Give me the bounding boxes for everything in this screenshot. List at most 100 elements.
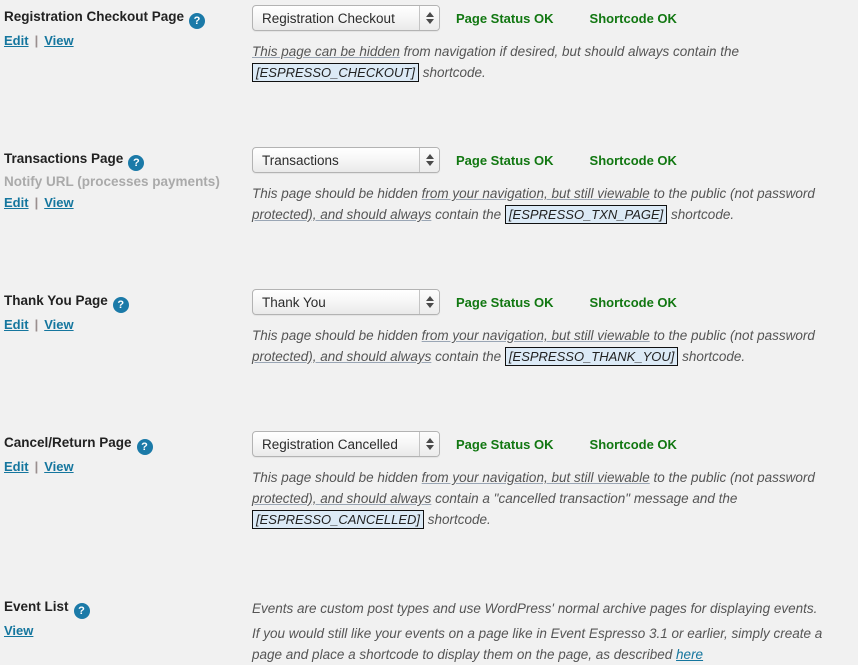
page-title-text: Cancel/Return Page — [4, 435, 132, 450]
event-list-description-line2: If you would still like your events on a… — [252, 623, 856, 665]
chevron-up-icon — [425, 296, 434, 301]
row-label-column: Transactions Page? Notify URL (processes … — [4, 150, 248, 211]
row-label-column: Thank You Page? Edit | View — [4, 292, 248, 333]
page-select-3[interactable]: Registration Cancelled — [252, 431, 440, 457]
row-description: This page should be hidden from your nav… — [252, 467, 856, 530]
page-title: Cancel/Return Page? — [4, 434, 248, 455]
desc-underlined-text: from your navigation, but still viewable — [421, 328, 650, 343]
edit-link[interactable]: Edit — [4, 195, 29, 210]
view-link[interactable]: View — [44, 317, 73, 332]
link-separator: | — [34, 459, 39, 474]
edit-link[interactable]: Edit — [4, 459, 29, 474]
shortcode-token: [ESPRESSO_CANCELLED] — [252, 510, 425, 529]
event-list-title: Event List? — [4, 598, 248, 619]
link-separator: | — [34, 195, 39, 210]
chevron-down-icon — [425, 303, 434, 308]
event-list-here-link[interactable]: here — [676, 647, 703, 662]
select-stepper-icon[interactable] — [419, 148, 439, 172]
event-list-description-line1: Events are custom post types and use Wor… — [252, 601, 818, 616]
help-icon[interactable]: ? — [73, 603, 90, 619]
select-stepper-icon[interactable] — [419, 6, 439, 30]
desc-underlined-text: This page can be hidden — [252, 44, 400, 59]
page-status-badge: Page Status OK — [456, 294, 554, 310]
chevron-down-icon — [425, 445, 434, 450]
row-action-links: Edit | View — [4, 458, 248, 475]
event-list-action-links: View — [4, 622, 248, 639]
row-description: This page should be hidden from your nav… — [252, 325, 856, 367]
desc-text: contain the — [431, 207, 505, 222]
page-status-badge: Page Status OK — [456, 436, 554, 452]
chevron-up-icon — [425, 12, 434, 17]
row-action-links: Edit | View — [4, 32, 248, 49]
chevron-down-icon — [425, 161, 434, 166]
help-icon[interactable]: ? — [128, 155, 145, 171]
desc-text: to the public (not password — [649, 328, 815, 343]
desc-text: from navigation if desired, but should a… — [399, 44, 740, 59]
row-label-column: Registration Checkout Page? Edit | View — [4, 8, 248, 49]
edit-link[interactable]: Edit — [4, 33, 29, 48]
row-action-links: Edit | View — [4, 194, 248, 211]
event-list-view-link[interactable]: View — [4, 623, 33, 638]
shortcode-status-badge: Shortcode OK — [589, 294, 677, 310]
chevron-down-icon — [425, 19, 434, 24]
shortcode-token: [ESPRESSO_CHECKOUT] — [252, 63, 419, 82]
page-select-0[interactable]: Registration Checkout — [252, 5, 440, 31]
row-control-line: Thank You Page Status OK Shortcode OK — [252, 289, 858, 315]
page-select-value: Registration Checkout — [262, 10, 395, 26]
page-title-text: Thank You Page — [4, 293, 108, 308]
view-link[interactable]: View — [44, 195, 73, 210]
desc-underlined-text: protected), and should always — [252, 349, 432, 364]
help-icon[interactable]: ? — [112, 297, 129, 313]
link-separator: | — [34, 33, 39, 48]
desc-text: shortcode. — [667, 207, 735, 222]
desc-text: to the public (not password — [649, 186, 815, 201]
shortcode-status-badge: Shortcode OK — [589, 152, 677, 168]
page-select-value: Registration Cancelled — [262, 436, 398, 452]
page-select-value: Thank You — [262, 294, 326, 310]
desc-text: shortcode. — [678, 349, 746, 364]
desc-text: to the public (not password — [649, 470, 815, 485]
help-icon[interactable]: ? — [189, 13, 206, 29]
desc-underlined-text: from your navigation, but still viewable — [421, 186, 650, 201]
shortcode-token: [ESPRESSO_THANK_YOU] — [504, 347, 679, 366]
page-status-badge: Page Status OK — [456, 152, 554, 168]
desc-text: shortcode. — [418, 65, 486, 80]
desc-text: This page should be hidden — [252, 186, 422, 201]
row-description: This page should be hidden from your nav… — [252, 183, 856, 225]
select-stepper-icon[interactable] — [419, 432, 439, 456]
page-title: Transactions Page? — [4, 150, 248, 171]
desc-text: contain a "cancelled transaction" messag… — [431, 491, 738, 506]
row-description: This page can be hidden from navigation … — [252, 41, 856, 83]
row-control-line: Transactions Page Status OK Shortcode OK — [252, 147, 858, 173]
edit-link[interactable]: Edit — [4, 317, 29, 332]
help-icon[interactable]: ? — [136, 439, 153, 455]
page-subtitle: Notify URL (processes payments) — [4, 174, 220, 189]
espresso-critical-pages-panel: Registration Checkout Page? Edit | View Regi… — [0, 0, 858, 665]
row-action-links: Edit | View — [4, 316, 248, 333]
desc-text: This page should be hidden — [252, 328, 422, 343]
shortcode-token: [ESPRESSO_TXN_PAGE] — [504, 205, 668, 224]
event-list-label-column: Event List? View — [4, 598, 248, 639]
page-status-badge: Page Status OK — [456, 10, 554, 26]
desc-text: shortcode. — [424, 512, 491, 527]
desc-underlined-text: protected), and should always — [252, 207, 432, 222]
desc-underlined-text: from your navigation, but still viewable — [421, 470, 650, 485]
shortcode-status-badge: Shortcode OK — [589, 436, 677, 452]
chevron-up-icon — [425, 438, 434, 443]
desc-underlined-text: protected), and should always — [252, 491, 432, 506]
page-title-text: Registration Checkout Page — [4, 9, 185, 24]
page-title: Registration Checkout Page? — [4, 8, 248, 29]
shortcode-status-badge: Shortcode OK — [589, 10, 677, 26]
select-stepper-icon[interactable] — [419, 290, 439, 314]
link-separator: | — [34, 317, 39, 332]
page-title-text: Transactions Page — [4, 151, 124, 166]
view-link[interactable]: View — [44, 33, 73, 48]
page-select-2[interactable]: Thank You — [252, 289, 440, 315]
event-list-title-text: Event List — [4, 599, 69, 614]
page-select-1[interactable]: Transactions — [252, 147, 440, 173]
desc-text: This page should be hidden — [252, 470, 422, 485]
view-link[interactable]: View — [44, 459, 73, 474]
row-control-line: Registration Cancelled Page Status OK Shor… — [252, 431, 858, 457]
desc-text: If you would still like your events on a… — [252, 626, 823, 662]
row-label-column: Cancel/Return Page? Edit | View — [4, 434, 248, 475]
